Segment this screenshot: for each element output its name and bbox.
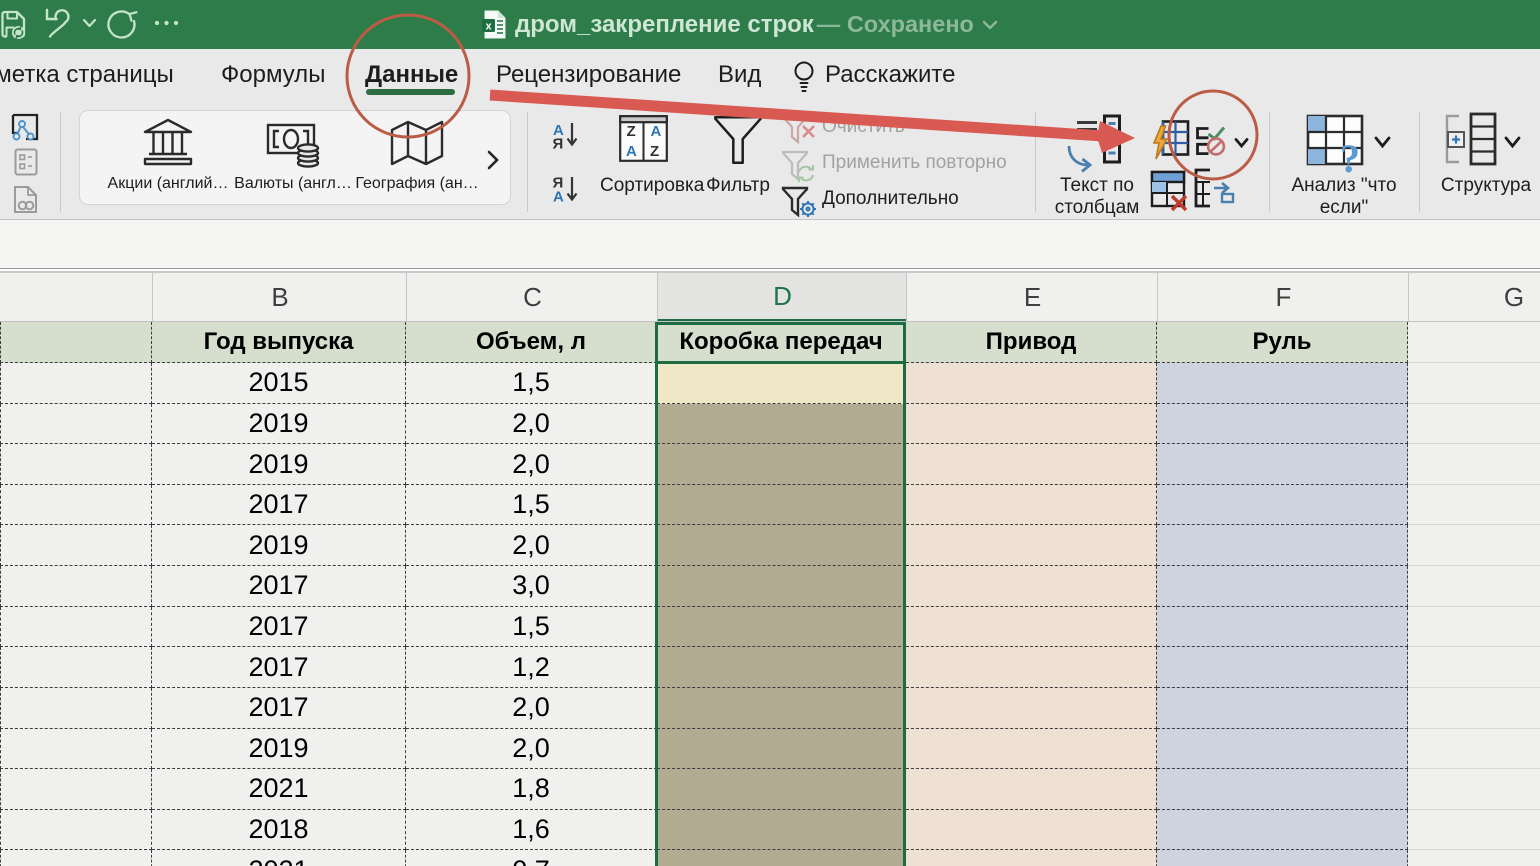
svg-text:А: А	[651, 123, 662, 140]
svg-text:Я: Я	[553, 136, 564, 153]
svg-text:x: x	[485, 21, 492, 33]
svg-text:А: А	[626, 143, 637, 160]
svg-text:Z: Z	[650, 143, 659, 160]
svg-text:Z: Z	[627, 123, 636, 140]
svg-text:А: А	[553, 189, 564, 206]
svg-text:?: ?	[1340, 136, 1360, 176]
